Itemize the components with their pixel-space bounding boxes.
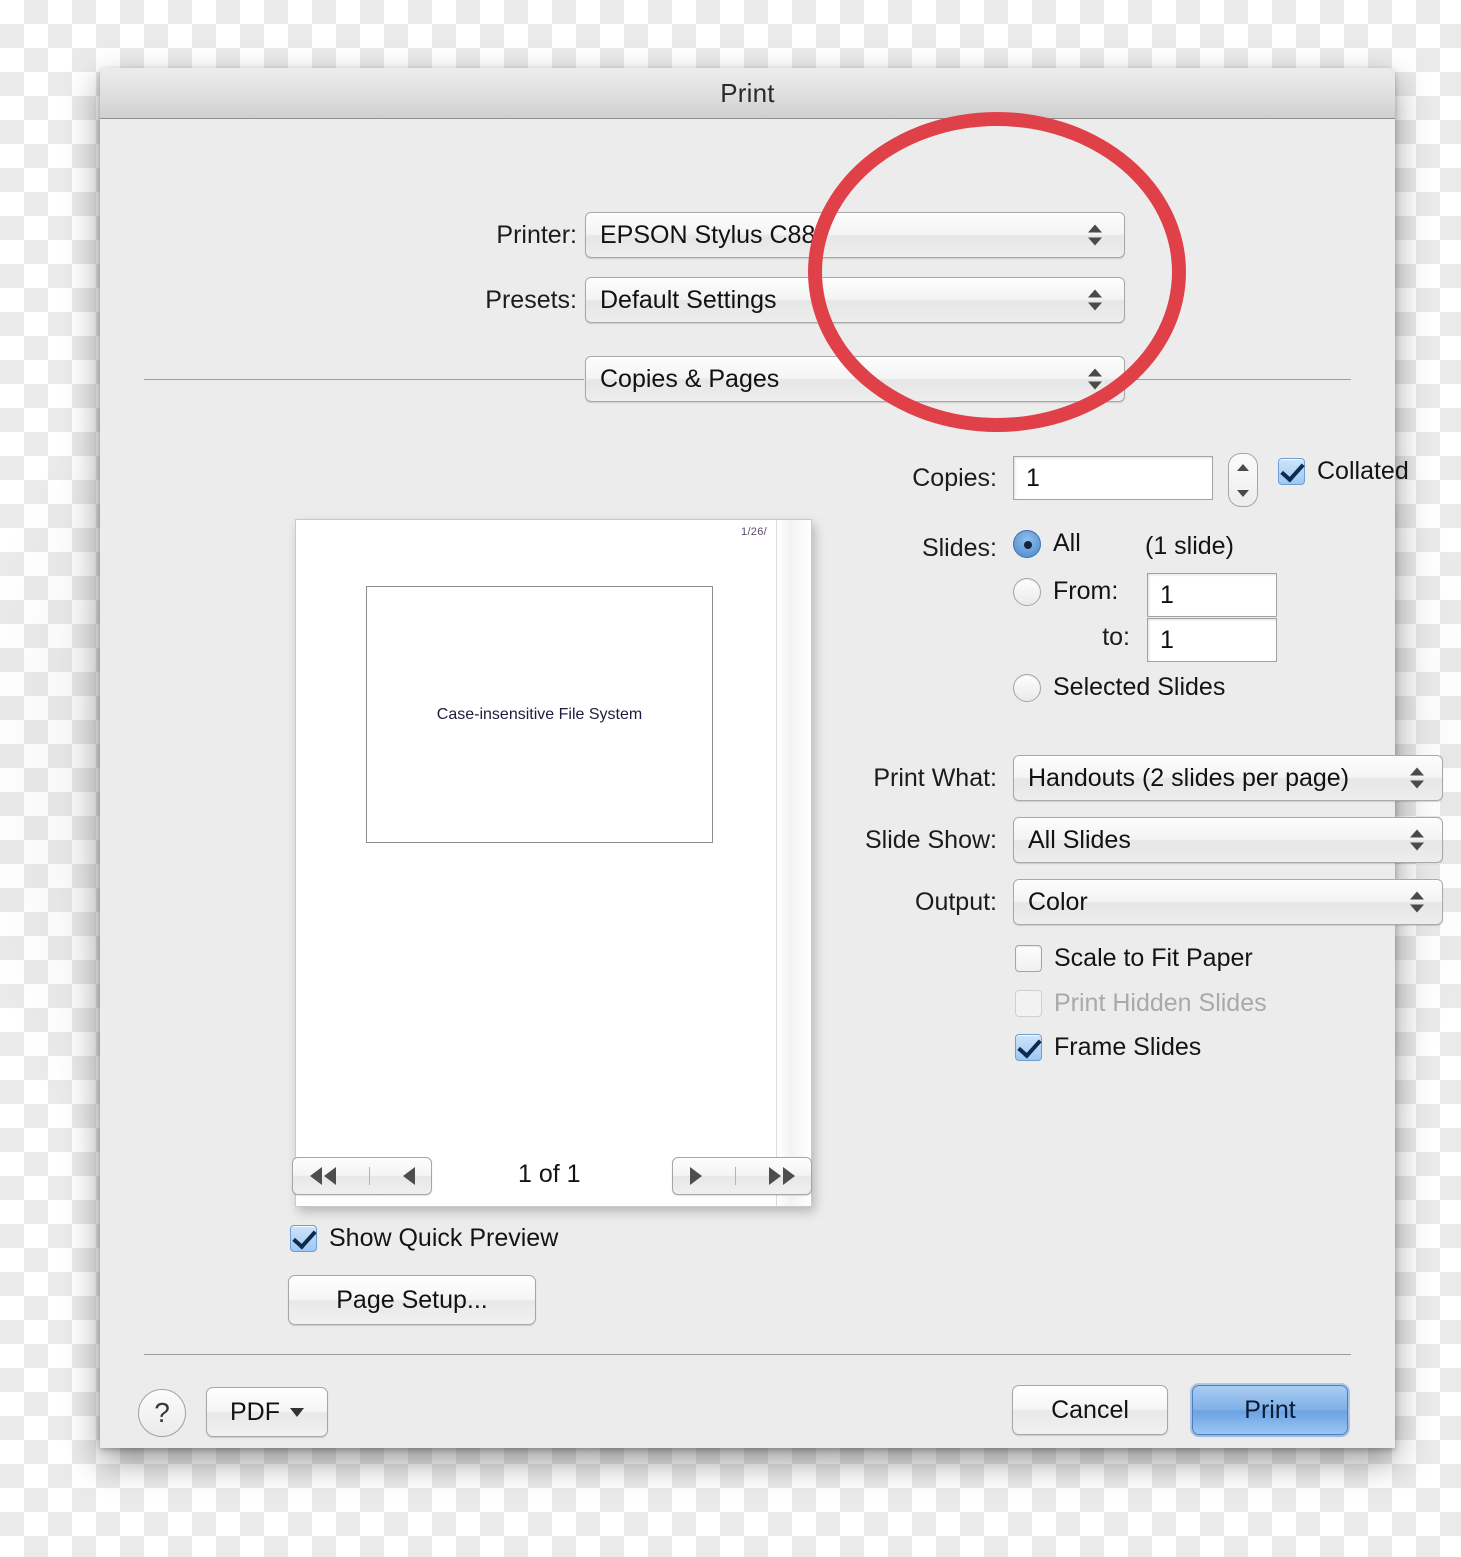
pane-dropdown-value: Copies & Pages <box>600 364 780 393</box>
chevron-updown-icon <box>1088 289 1102 311</box>
slides-all-row[interactable]: All <box>1013 529 1081 558</box>
print-what-dropdown[interactable]: Handouts (2 slides per page) <box>1013 755 1443 801</box>
slide-show-value: All Slides <box>1028 825 1131 854</box>
chevron-updown-icon <box>1088 368 1102 390</box>
page-indicator: 1 of 1 <box>518 1160 581 1188</box>
presets-dropdown[interactable]: Default Settings <box>585 277 1125 323</box>
slides-from-label: From: <box>1053 577 1119 605</box>
frame-slides-row[interactable]: Frame Slides <box>1015 1033 1201 1062</box>
pdf-menu-button[interactable]: PDF <box>206 1387 328 1437</box>
help-button[interactable]: ? <box>138 1389 186 1437</box>
copies-input[interactable]: 1 <box>1013 456 1213 500</box>
collated-checkbox[interactable] <box>1278 458 1305 485</box>
slides-to-label: to: <box>1102 623 1130 651</box>
chevron-updown-icon <box>1410 767 1424 789</box>
caret-down-icon <box>290 1407 304 1417</box>
print-button[interactable]: Print <box>1192 1385 1348 1435</box>
page-edge <box>776 520 811 1206</box>
pane-separator-right <box>1127 379 1351 380</box>
pane-separator-left <box>144 379 584 380</box>
window-title: Print <box>720 77 775 108</box>
pane-dropdown[interactable]: Copies & Pages <box>585 356 1125 402</box>
slides-label: Slides: <box>921 534 997 562</box>
scale-to-fit-label: Scale to Fit Paper <box>1054 944 1253 972</box>
dialog-content: Printer: EPSON Stylus C88 Presets: Defau… <box>100 119 1443 1448</box>
window-titlebar: Print <box>100 68 1395 119</box>
chevron-updown-icon <box>1410 891 1424 913</box>
print-hidden-slides-row: Print Hidden Slides <box>1015 989 1267 1018</box>
page-setup-label: Page Setup... <box>336 1285 488 1314</box>
nav-divider <box>734 1167 736 1185</box>
page-setup-button[interactable]: Page Setup... <box>288 1275 536 1325</box>
frame-slides-checkbox[interactable] <box>1015 1034 1042 1061</box>
preview-slide-title: Case-insensitive File System <box>436 705 643 723</box>
preview-slide-frame: Case-insensitive File System <box>366 586 713 843</box>
collated-label: Collated <box>1317 457 1409 485</box>
chevron-updown-icon <box>1410 829 1424 851</box>
output-dropdown[interactable]: Color <box>1013 879 1443 925</box>
presets-dropdown-value: Default Settings <box>600 285 777 314</box>
cancel-label: Cancel <box>1051 1395 1129 1424</box>
chevron-updown-icon <box>1088 224 1102 246</box>
previous-page-buttons[interactable] <box>292 1157 432 1195</box>
cancel-button[interactable]: Cancel <box>1012 1385 1168 1435</box>
copies-label: Copies: <box>912 464 997 492</box>
next-page-buttons[interactable] <box>672 1157 812 1195</box>
slides-from-radio[interactable] <box>1013 577 1041 606</box>
presets-label: Presets: <box>485 286 577 314</box>
copies-stepper[interactable] <box>1228 453 1258 507</box>
footer-separator <box>144 1354 1351 1355</box>
scale-to-fit-row[interactable]: Scale to Fit Paper <box>1015 944 1253 973</box>
slides-from-value: 1 <box>1160 580 1174 609</box>
print-what-label: Print What: <box>873 764 997 792</box>
print-preview: 1/26/ Case-insensitive File System <box>295 519 812 1207</box>
print-what-value: Handouts (2 slides per page) <box>1028 763 1350 792</box>
slides-all-radio[interactable] <box>1013 529 1041 558</box>
last-page-icon[interactable] <box>768 1167 795 1185</box>
print-hidden-slides-checkbox <box>1015 990 1042 1017</box>
scale-to-fit-checkbox[interactable] <box>1015 945 1042 972</box>
copies-input-value: 1 <box>1026 463 1040 492</box>
next-page-icon[interactable] <box>689 1167 702 1185</box>
slides-from-row[interactable]: From: <box>1013 577 1118 606</box>
nav-divider <box>368 1167 370 1185</box>
slide-show-dropdown[interactable]: All Slides <box>1013 817 1443 863</box>
slides-to-input[interactable]: 1 <box>1147 618 1277 662</box>
previous-page-icon[interactable] <box>402 1167 415 1185</box>
slides-all-label: All <box>1053 529 1081 557</box>
printer-label: Printer: <box>496 221 577 249</box>
show-quick-preview-label: Show Quick Preview <box>329 1224 559 1252</box>
show-quick-preview-row[interactable]: Show Quick Preview <box>290 1224 558 1253</box>
selected-slides-label: Selected Slides <box>1053 673 1226 701</box>
slide-show-label: Slide Show: <box>864 826 997 854</box>
selected-slides-radio[interactable] <box>1013 673 1041 702</box>
printer-dropdown-value: EPSON Stylus C88 <box>600 220 816 249</box>
selected-slides-row[interactable]: Selected Slides <box>1013 673 1225 702</box>
slides-to-value: 1 <box>1160 625 1174 654</box>
collated-row[interactable]: Collated <box>1278 457 1409 486</box>
output-value: Color <box>1028 887 1088 916</box>
printer-dropdown[interactable]: EPSON Stylus C88 <box>585 212 1125 258</box>
output-label: Output: <box>915 888 997 916</box>
print-label: Print <box>1244 1395 1296 1424</box>
print-hidden-slides-label: Print Hidden Slides <box>1054 989 1267 1017</box>
print-dialog-window: Print Printer: EPSON Stylus C88 Presets:… <box>100 68 1443 1448</box>
slide-count-note: (1 slide) <box>1145 532 1234 560</box>
show-quick-preview-checkbox[interactable] <box>290 1225 317 1252</box>
pdf-label: PDF <box>230 1397 280 1426</box>
slides-from-input[interactable]: 1 <box>1147 573 1277 617</box>
frame-slides-label: Frame Slides <box>1054 1033 1202 1061</box>
first-page-icon[interactable] <box>309 1167 336 1185</box>
help-icon: ? <box>154 1397 170 1428</box>
